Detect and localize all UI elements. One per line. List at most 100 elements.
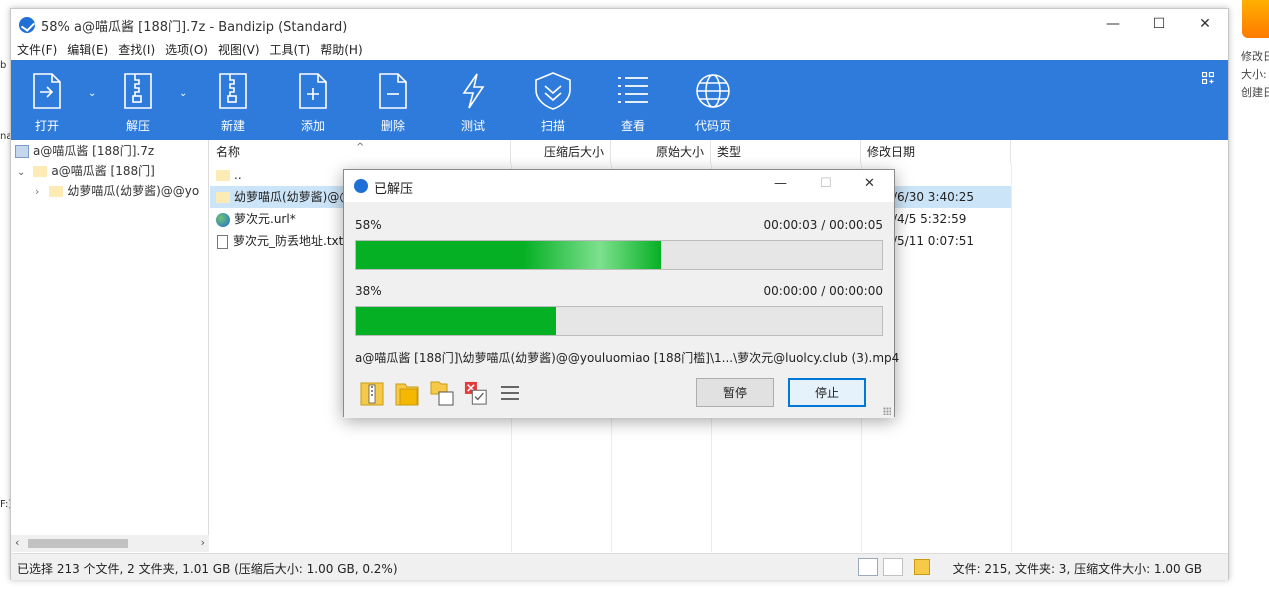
folder-icon — [33, 166, 48, 177]
delete-after-extract-icon[interactable] — [464, 380, 488, 406]
globe-icon — [696, 74, 730, 108]
scan-button[interactable]: 扫描 — [518, 60, 588, 140]
desktop-text: 创建日 — [1241, 86, 1269, 99]
menu-find[interactable]: 查找(I) — [113, 40, 160, 60]
dialog-minimize-button[interactable]: — — [774, 176, 787, 191]
desktop-left-strip: b na F:) — [0, 0, 12, 589]
codepage-label: 代码页 — [694, 119, 731, 133]
extract-button[interactable]: 解压 — [103, 60, 173, 140]
folder-icon — [216, 192, 230, 203]
resize-grip-icon[interactable] — [883, 407, 891, 415]
open-folder-icon[interactable] — [395, 380, 419, 406]
menu-edit[interactable]: 编辑(E) — [62, 40, 113, 60]
dialog-title-bar[interactable]: 已解压 — ☐ ✕ — [344, 170, 894, 202]
collapse-chevron-icon[interactable]: › — [35, 185, 39, 198]
tree-item-archive[interactable]: a@喵瓜酱 [188门].7z — [15, 141, 154, 161]
sort-ascending-icon: ^ — [356, 142, 365, 153]
file-modified: /5/11 0:07:51 — [893, 234, 975, 248]
codepage-button[interactable]: 代码页 — [678, 60, 748, 140]
open-archive-folder-icon[interactable] — [360, 380, 384, 406]
file-modified: /6/30 3:40:25 — [893, 190, 975, 204]
desktop-text: 修改日 — [1241, 50, 1269, 63]
details-view-icon[interactable] — [858, 558, 878, 576]
delete-button[interactable]: 删除 — [358, 60, 428, 140]
menu-tools[interactable]: 工具(T) — [265, 40, 316, 60]
file-name: 萝次元_防丢地址.txt* — [233, 234, 350, 248]
title-bar[interactable]: 58% a@喵瓜酱 [188门].7z - Bandizip (Standard… — [11, 9, 1228, 40]
open-button[interactable]: 打开 — [12, 60, 82, 140]
stop-button[interactable]: 停止 — [788, 378, 866, 407]
minimize-button[interactable]: — — [1090, 9, 1136, 39]
file-progress-percent: 38% — [355, 284, 382, 298]
new-archive-button[interactable]: 新建 — [198, 60, 268, 140]
file-progress-time: 00:00:00 / 00:00:00 — [763, 284, 883, 298]
archive-file-icon — [15, 145, 29, 158]
menu-options[interactable]: 选项(O) — [160, 40, 213, 60]
column-name-label: 名称 — [216, 145, 241, 159]
bandizip-app-icon — [19, 17, 35, 33]
maximize-button[interactable]: ☐ — [1136, 9, 1182, 39]
status-archive-info: 文件: 215, 文件夹: 3, 压缩文件大小: 1.00 GB — [952, 562, 1202, 576]
view-button[interactable]: 查看 — [598, 60, 668, 140]
folder-icon — [49, 186, 64, 197]
scroll-left-icon[interactable]: ‹ — [15, 536, 19, 549]
menu-view[interactable]: 视图(V) — [213, 40, 265, 60]
archive-folder-icon[interactable] — [914, 559, 930, 575]
open-label: 打开 — [34, 119, 59, 133]
desktop-text: 大小: — [1241, 68, 1267, 81]
column-divider — [1011, 164, 1012, 552]
folder-tree: a@喵瓜酱 [188门].7z ⌄ a@喵瓜酱 [188门] › 幼萝喵瓜(幼萝酱)… — [11, 140, 209, 552]
pause-button[interactable]: 暂停 — [696, 378, 774, 407]
column-header-modified[interactable]: 修改日期 — [861, 140, 1011, 164]
status-bar: 已选择 213 个文件, 2 文件夹, 1.01 GB (压缩后大小: 1.00… — [11, 553, 1228, 580]
total-progress-bar — [355, 240, 883, 270]
tree-archive-label: a@喵瓜酱 [188门].7z — [33, 144, 155, 158]
shield-icon — [535, 72, 571, 110]
extract-icon — [124, 73, 152, 109]
extract-dropdown-chevron-icon[interactable]: ⌄ — [179, 88, 187, 99]
scrollbar-thumb[interactable] — [28, 539, 128, 548]
file-name: 萝次元.url* — [234, 212, 296, 226]
column-header-type[interactable]: 类型 — [711, 140, 861, 164]
scroll-right-icon[interactable]: › — [201, 536, 205, 549]
globe-icon — [216, 212, 230, 227]
new-archive-icon — [219, 73, 247, 109]
scan-label: 扫描 — [540, 119, 565, 133]
open-dropdown-chevron-icon[interactable]: ⌄ — [88, 88, 96, 99]
tree-item-child[interactable]: › 幼萝喵瓜(幼萝酱)@@yo — [35, 181, 199, 201]
close-button[interactable]: ✕ — [1182, 9, 1228, 39]
desktop-text: b — [0, 60, 7, 71]
delete-file-icon — [379, 73, 407, 109]
menu-file[interactable]: 文件(F) — [12, 40, 62, 60]
add-file-icon — [299, 73, 327, 109]
test-label: 测试 — [460, 119, 485, 133]
close-when-done-icon[interactable] — [430, 380, 454, 406]
extract-label: 解压 — [125, 119, 150, 133]
file-progress-fill — [356, 307, 556, 335]
desktop-app-tile[interactable] — [1242, 0, 1269, 38]
add-button[interactable]: 添加 — [278, 60, 348, 140]
tree-horizontal-scrollbar[interactable]: ‹ › — [11, 535, 209, 552]
desktop-right-strip: 修改日 大小: 创建日 — [1230, 0, 1269, 589]
lightning-icon — [462, 73, 485, 109]
column-header-name[interactable]: 名称 ^ — [210, 140, 511, 164]
column-header-original-size[interactable]: 原始大小 — [611, 140, 711, 164]
thumbnail-view-icon[interactable] — [883, 558, 903, 576]
expand-chevron-icon[interactable]: ⌄ — [17, 167, 25, 178]
total-progress-fill — [356, 241, 662, 269]
menu-help[interactable]: 帮助(H) — [315, 40, 367, 60]
total-progress-time: 00:00:03 / 00:00:05 — [763, 218, 883, 232]
list-icon — [618, 77, 648, 103]
dialog-close-button[interactable]: ✕ — [864, 176, 875, 191]
layout-grid-icon[interactable] — [1202, 72, 1214, 84]
column-header-packed-size[interactable]: 压缩后大小 — [511, 140, 611, 164]
test-button[interactable]: 测试 — [438, 60, 508, 140]
tree-child-label: 幼萝喵瓜(幼萝酱)@@yo — [67, 184, 200, 198]
file-name: 幼萝喵瓜(幼萝酱)@@ — [234, 190, 352, 204]
dialog-title: 已解压 — [374, 182, 414, 197]
file-progress-bar — [355, 306, 883, 336]
menu-icon[interactable] — [498, 380, 522, 406]
tree-item-root[interactable]: ⌄ a@喵瓜酱 [188门] — [17, 161, 155, 181]
add-label: 添加 — [300, 119, 325, 133]
menu-bar: 文件(F) 编辑(E) 查找(I) 选项(O) 视图(V) 工具(T) 帮助(H) — [11, 40, 1228, 60]
